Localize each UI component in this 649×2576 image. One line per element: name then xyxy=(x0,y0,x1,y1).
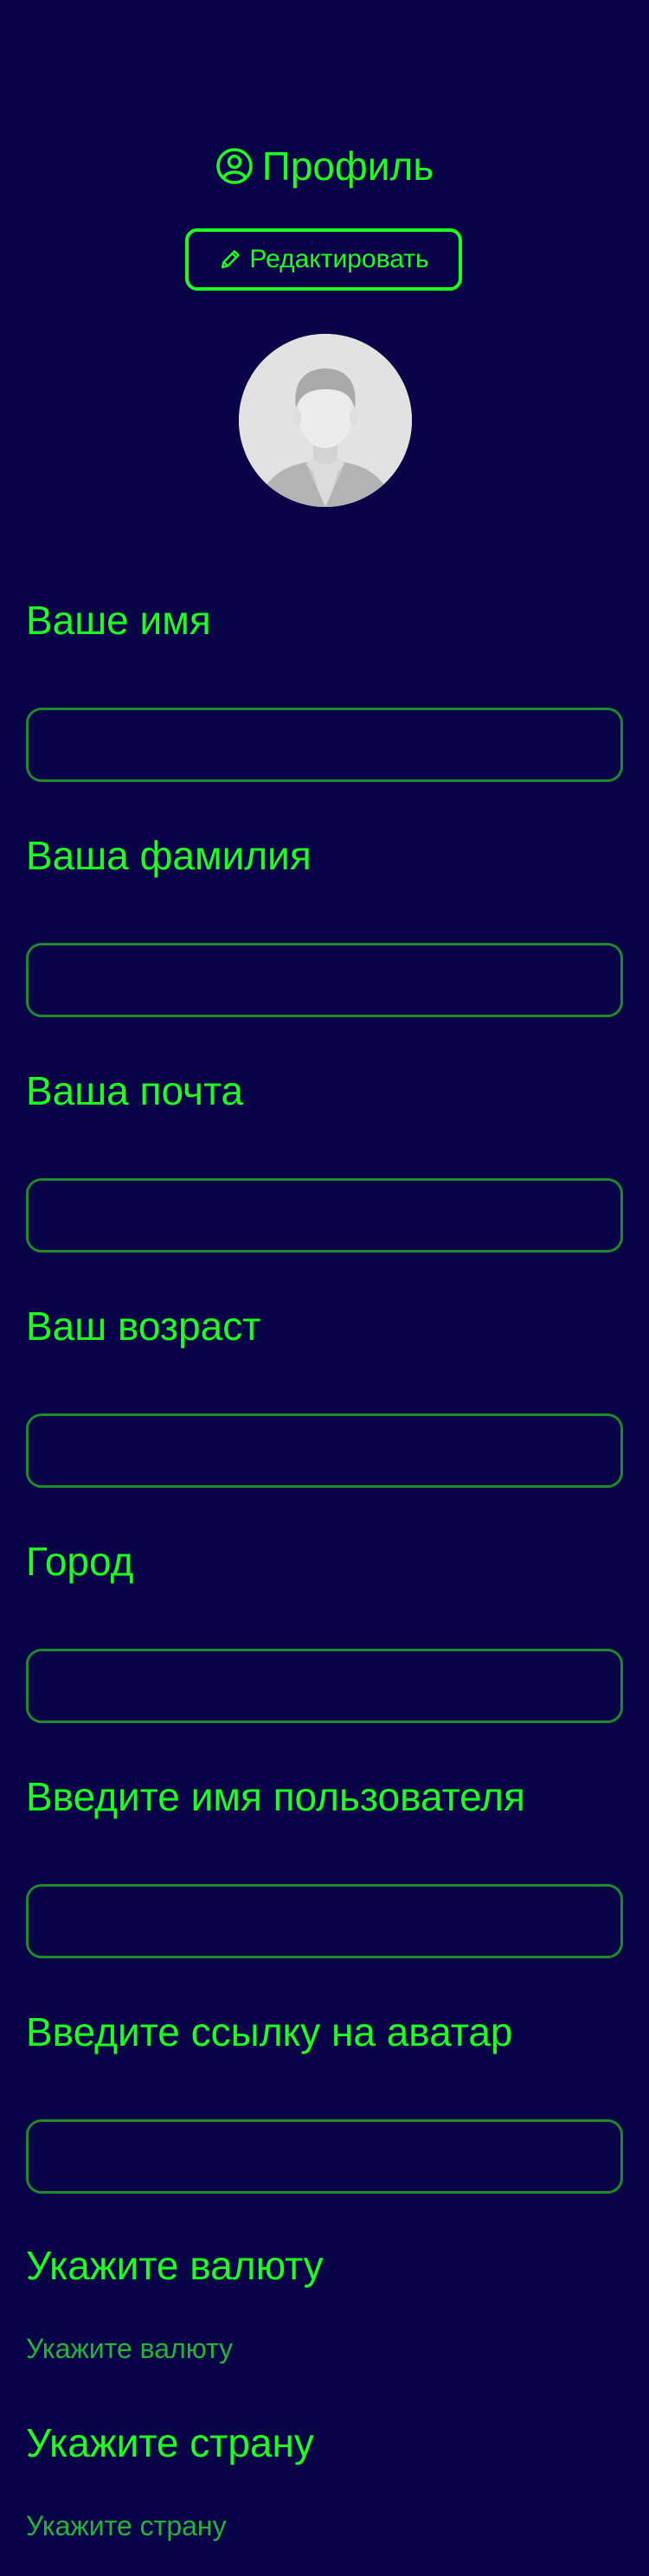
last-name-label: Ваша фамилия xyxy=(26,833,312,878)
last-name-input[interactable] xyxy=(26,943,623,1017)
username-input[interactable] xyxy=(26,1884,623,1958)
profile-page: Профиль Редактировать Ваше имя Ваша фами… xyxy=(0,0,649,2576)
avatar xyxy=(239,334,412,507)
city-label: Город xyxy=(26,1539,134,1584)
edit-profile-button[interactable]: Редактировать xyxy=(185,228,462,291)
user-circle-icon xyxy=(215,147,254,185)
avatar-url-label: Введите ссылку на аватар xyxy=(26,2009,513,2054)
email-label: Ваша почта xyxy=(26,1068,244,1113)
city-input[interactable] xyxy=(26,1649,623,1723)
country-select[interactable]: Укажите страну xyxy=(26,2509,227,2543)
first-name-label: Ваше имя xyxy=(26,598,211,643)
username-label: Введите имя пользователя xyxy=(26,1774,525,1819)
page-header: Профиль xyxy=(0,143,649,189)
pencil-icon xyxy=(218,247,242,272)
email-input[interactable] xyxy=(26,1178,623,1253)
age-label: Ваш возраст xyxy=(26,1304,261,1349)
page-title: Профиль xyxy=(261,144,434,189)
avatar-url-input[interactable] xyxy=(26,2119,623,2194)
default-avatar-placeholder-icon xyxy=(239,334,412,507)
country-label: Укажите страну xyxy=(26,2420,314,2465)
currency-label: Укажите валюту xyxy=(26,2243,324,2288)
age-input[interactable] xyxy=(26,1413,623,1488)
first-name-input[interactable] xyxy=(26,708,623,782)
edit-button-label: Редактировать xyxy=(249,245,429,273)
currency-select[interactable]: Укажите валюту xyxy=(26,2331,233,2366)
